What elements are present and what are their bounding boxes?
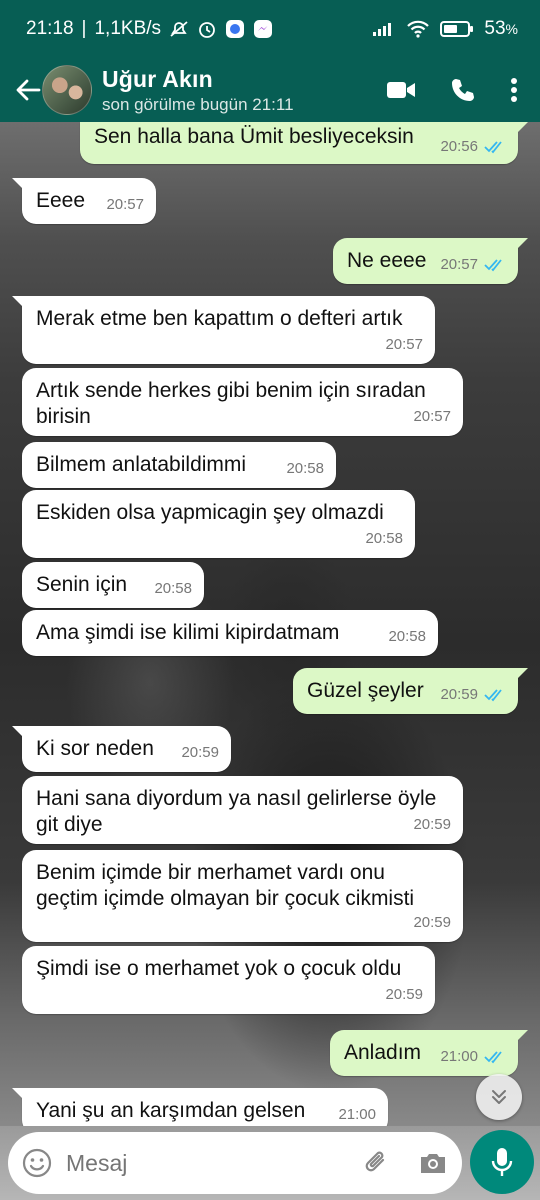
microphone-icon (490, 1147, 514, 1177)
message-bubble-incoming[interactable]: Artık sende herkes gibi benim için sırad… (22, 368, 463, 436)
message-bubble-outgoing[interactable]: Ne eeee 20:57 (333, 238, 528, 284)
message-input-box (8, 1132, 462, 1194)
app-bar: Uğur Akın son görülme bugün 21:11 (0, 58, 540, 122)
wifi-icon (406, 20, 430, 38)
read-ticks-icon (484, 140, 506, 154)
message-bubble-incoming[interactable]: Bilmem anlatabildimmi 20:58 (22, 442, 336, 488)
message-bubble-incoming[interactable]: Senin için 20:58 (22, 562, 204, 608)
voice-message-button[interactable] (470, 1130, 534, 1194)
message-bubble-incoming[interactable]: Eskiden olsa yapmicagin şey olmazdi 20:5… (22, 490, 415, 558)
message-input[interactable] (66, 1149, 362, 1177)
phone-call-icon[interactable] (450, 77, 476, 103)
message-time: 20:59 (181, 744, 219, 761)
status-bar: 21:18 | 1,1KB/s 53% (26, 18, 518, 39)
attach-icon[interactable] (362, 1148, 392, 1178)
double-chevron-down-icon (489, 1087, 509, 1107)
message-time: 20:59 (413, 816, 451, 833)
message-time: 20:57 (413, 408, 451, 425)
battery-percent: 53% (484, 18, 518, 39)
message-bubble-incoming[interactable]: Benim içimde bir merhamet vardı onu geçt… (22, 850, 463, 942)
message-bubble-incoming[interactable]: Ama şimdi ise kilimi kipirdatmam 20:58 (22, 610, 438, 656)
message-list[interactable]: Sen halla bana Ümit besliyeceksin 20:56 … (0, 122, 540, 1130)
read-ticks-icon (484, 688, 506, 702)
message-time: 20:58 (154, 580, 192, 597)
message-time: 20:57 (106, 196, 144, 213)
message-bubble-incoming[interactable]: Eeee 20:57 (12, 178, 156, 224)
video-call-icon[interactable] (386, 79, 416, 101)
messenger-icon (253, 19, 273, 39)
message-time: 20:58 (286, 460, 324, 477)
read-ticks-icon (484, 1050, 506, 1064)
message-time: 20:59 (413, 914, 451, 931)
emoji-icon[interactable] (22, 1147, 52, 1179)
composer-bar (0, 1126, 540, 1200)
status-time: 21:18 (26, 18, 74, 39)
contact-info[interactable]: Uğur Akın son görülme bugün 21:11 (102, 66, 294, 115)
message-time: 20:59 (385, 986, 423, 1003)
read-ticks-icon (484, 258, 506, 272)
battery-icon (440, 20, 474, 38)
contact-name: Uğur Akın (102, 65, 213, 92)
message-bubble-incoming[interactable]: Ki sor neden 20:59 (12, 726, 231, 772)
message-bubble-outgoing[interactable]: Sen halla bana Ümit besliyeceksin 20:56 (80, 122, 528, 164)
message-bubble-incoming[interactable]: Merak etme ben kapattım o defteri artık … (12, 296, 435, 364)
signal-icon (372, 21, 396, 37)
alarm-icon (197, 19, 217, 39)
camera-icon[interactable] (418, 1150, 448, 1176)
network-speed: 1,1KB/s (94, 18, 162, 39)
message-bubble-incoming[interactable]: Şimdi ise o merhamet yok o çocuk oldu 20… (22, 946, 435, 1014)
message-bubble-outgoing[interactable]: Güzel şeyler 20:59 (293, 668, 528, 714)
message-time: 20:58 (365, 530, 403, 547)
message-time: 21:00 (338, 1106, 376, 1123)
chat-header: 21:18 | 1,1KB/s 53% Uğur Akın son görülm… (0, 0, 540, 122)
more-options-icon[interactable] (510, 77, 518, 103)
avatar[interactable] (42, 65, 92, 115)
message-bubble-incoming[interactable]: Hani sana diyordum ya nasıl gelirlerse ö… (22, 776, 463, 844)
message-bubble-incoming[interactable]: Yani şu an karşımdan gelsen 21:00 (12, 1088, 388, 1130)
message-time: 20:57 (440, 256, 478, 273)
message-time: 20:57 (385, 336, 423, 353)
message-bubble-outgoing[interactable]: Anladım 21:00 (330, 1030, 528, 1076)
message-time: 20:58 (388, 628, 426, 645)
message-time: 20:56 (440, 138, 478, 155)
scroll-to-bottom-button[interactable] (476, 1074, 522, 1120)
signal-app-icon (225, 19, 245, 39)
last-seen: son görülme bugün 21:11 (102, 94, 294, 114)
message-time: 20:59 (440, 686, 478, 703)
message-time: 21:00 (440, 1048, 478, 1065)
mute-icon (169, 19, 189, 39)
